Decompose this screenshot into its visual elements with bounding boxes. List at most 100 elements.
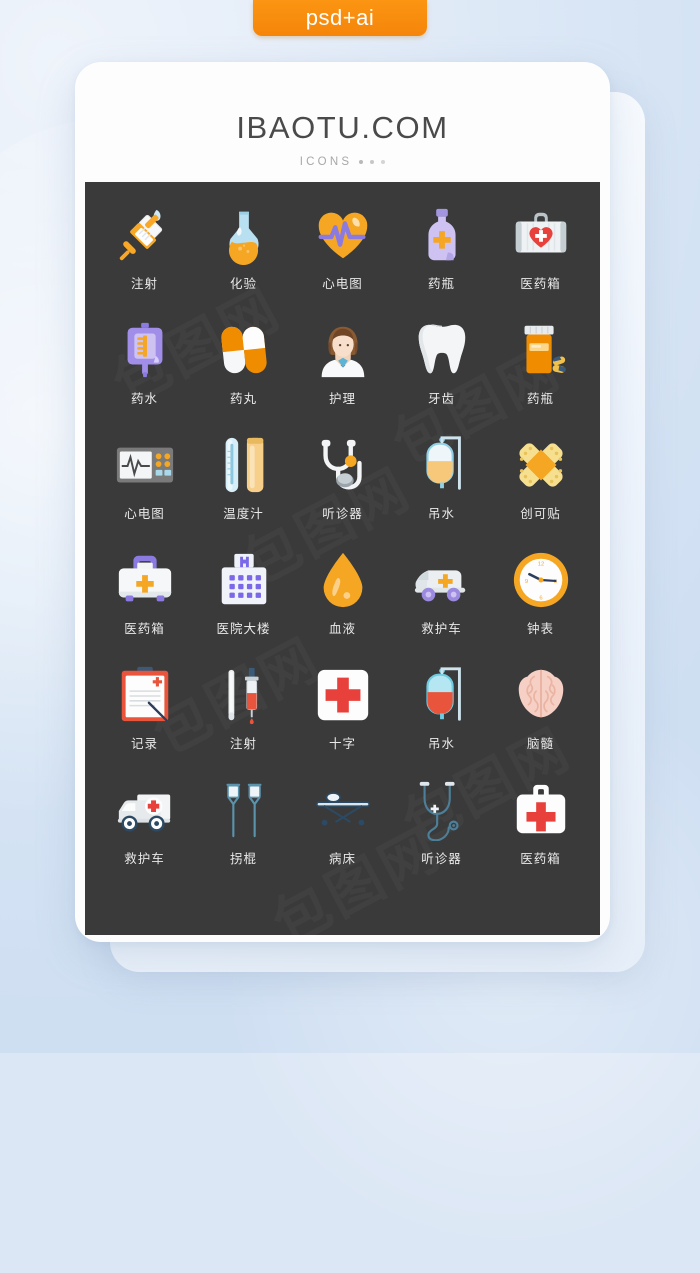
icon-cell-medicine-bottle[interactable]: 药瓶 <box>392 204 491 319</box>
icon-cell-nurse[interactable]: 护理 <box>293 319 392 434</box>
icon-cell-pills-capsule[interactable]: 药丸 <box>194 319 293 434</box>
iv-drip-orange-icon <box>411 434 473 496</box>
icon-cell-heart-ecg[interactable]: 心电图 <box>293 204 392 319</box>
crutches-icon <box>213 779 275 841</box>
icon-cell-bandage-cross[interactable]: 创可贴 <box>491 434 590 549</box>
icon-label: 化验 <box>229 276 257 291</box>
icon-cell-medical-case[interactable]: 医药箱 <box>491 779 590 894</box>
syringe-icon <box>114 204 176 266</box>
icon-label: 拐棍 <box>229 851 257 866</box>
icon-cell-iv-drip-orange[interactable]: 吊水 <box>392 434 491 549</box>
icon-label: 记录 <box>130 736 158 751</box>
icon-cell-ambulance[interactable]: 救护车 <box>392 549 491 664</box>
icon-label: 心电图 <box>124 506 165 521</box>
first-aid-kit-icon <box>114 549 176 611</box>
first-aid-case-icon <box>510 204 572 266</box>
icon-cell-first-aid-case[interactable]: 医药箱 <box>491 204 590 319</box>
svg-text:9: 9 <box>524 579 527 585</box>
clipboard-icon <box>114 664 176 726</box>
icon-cell-stethoscope[interactable]: 听诊器 <box>293 434 392 549</box>
icon-cell-iv-drip-red[interactable]: 吊水 <box>392 664 491 779</box>
icon-label: 药瓶 <box>427 276 455 291</box>
blood-drop-icon <box>312 549 374 611</box>
icon-label: 药瓶 <box>526 391 554 406</box>
dot-icon <box>370 160 375 164</box>
icon-cell-hospital[interactable]: 医院大楼 <box>194 549 293 664</box>
stethoscope-icon <box>312 434 374 496</box>
icon-label: 心电图 <box>322 276 363 291</box>
icon-cell-brain[interactable]: 脑髓 <box>491 664 590 779</box>
icon-label: 医药箱 <box>520 276 561 291</box>
icon-cell-syringe[interactable]: 注射 <box>95 204 194 319</box>
icon-label: 护理 <box>328 391 356 406</box>
thermometer-icon <box>213 434 275 496</box>
icon-label: 吊水 <box>427 736 455 751</box>
icon-cell-crutches[interactable]: 拐棍 <box>194 779 293 894</box>
icon-cell-pill-bottle[interactable]: 药瓶 <box>491 319 590 434</box>
icon-grid: 注射 化验 心电图 药瓶 医药箱 药水 药丸 护理 牙齿 药瓶 心电图 温度汁 … <box>85 182 600 894</box>
heart-ecg-icon <box>312 204 374 266</box>
icon-label: 创可贴 <box>520 506 561 521</box>
icon-label: 听诊器 <box>421 851 462 866</box>
icon-cell-clipboard[interactable]: 记录 <box>95 664 194 779</box>
icon-label: 医药箱 <box>124 621 165 636</box>
icon-cell-clock[interactable]: 12369 钟表 <box>491 549 590 664</box>
subtitle-row: ICONS <box>75 156 610 168</box>
svg-text:6: 6 <box>539 595 542 601</box>
icon-label: 吊水 <box>427 506 455 521</box>
icon-label: 脑髓 <box>526 736 554 751</box>
clock-icon: 12369 <box>510 549 572 611</box>
flask-icon <box>213 204 275 266</box>
icon-set-card: IBAOTU.COM ICONS 包图网 包图网 包图网 包图网 包图网 包图网… <box>75 62 610 942</box>
icon-cell-red-cross[interactable]: 十字 <box>293 664 392 779</box>
brain-icon <box>510 664 572 726</box>
icon-label: 注射 <box>130 276 158 291</box>
page-title: IBAOTU.COM <box>236 110 449 145</box>
icon-label: 医药箱 <box>520 851 561 866</box>
dot-icon <box>359 160 364 164</box>
bandage-cross-icon <box>510 434 572 496</box>
ambulance-icon <box>411 549 473 611</box>
icon-cell-hospital-bed[interactable]: 病床 <box>293 779 392 894</box>
icon-cell-blood-drop[interactable]: 血液 <box>293 549 392 664</box>
iv-drip-red-icon <box>411 664 473 726</box>
pills-capsule-icon <box>213 319 275 381</box>
icon-label: 牙齿 <box>427 391 455 406</box>
icon-label: 医院大楼 <box>216 621 271 636</box>
iv-bag-purple-icon <box>114 319 176 381</box>
hospital-icon <box>213 549 275 611</box>
medical-case-icon <box>510 779 572 841</box>
icon-panel: 包图网 包图网 包图网 包图网 包图网 包图网 注射 化验 心电图 药瓶 医药箱… <box>85 182 600 935</box>
icon-cell-flask[interactable]: 化验 <box>194 204 293 319</box>
stethoscope-2-icon <box>411 779 473 841</box>
icon-label: 听诊器 <box>322 506 363 521</box>
icon-label: 病床 <box>328 851 356 866</box>
ambulance-side-icon <box>114 779 176 841</box>
icon-cell-stethoscope-2[interactable]: 听诊器 <box>392 779 491 894</box>
icon-label: 血液 <box>328 621 356 636</box>
subtitle-text: ICONS <box>299 156 353 168</box>
icon-label: 温度汁 <box>223 506 264 521</box>
icon-cell-tooth[interactable]: 牙齿 <box>392 319 491 434</box>
icon-label: 注射 <box>229 736 257 751</box>
icon-cell-ecg-monitor[interactable]: 心电图 <box>95 434 194 549</box>
icon-cell-iv-bag-purple[interactable]: 药水 <box>95 319 194 434</box>
icon-cell-ambulance-side[interactable]: 救护车 <box>95 779 194 894</box>
ecg-monitor-icon <box>114 434 176 496</box>
format-tag: psd+ai <box>253 0 427 36</box>
medicine-bottle-icon <box>411 204 473 266</box>
syringe-thermo-icon <box>213 664 275 726</box>
icon-cell-syringe-thermo[interactable]: 注射 <box>194 664 293 779</box>
icon-label: 救护车 <box>124 851 165 866</box>
hospital-bed-icon <box>312 779 374 841</box>
icon-cell-thermometer[interactable]: 温度汁 <box>194 434 293 549</box>
icon-label: 药丸 <box>229 391 257 406</box>
pill-bottle-icon <box>510 319 572 381</box>
icon-label: 救护车 <box>421 621 462 636</box>
icon-cell-first-aid-kit[interactable]: 医药箱 <box>95 549 194 664</box>
icon-label: 钟表 <box>526 621 554 636</box>
icon-label: 药水 <box>130 391 158 406</box>
red-cross-icon <box>312 664 374 726</box>
dot-icon <box>381 160 386 164</box>
svg-text:12: 12 <box>537 561 543 567</box>
